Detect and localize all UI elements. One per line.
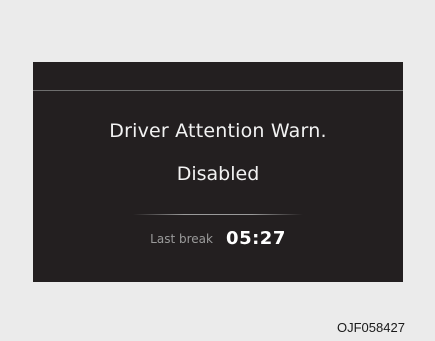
last-break-row: Last break 05:27 (33, 228, 403, 249)
warning-title: Driver Attention Warn. (109, 120, 327, 142)
last-break-label: Last break (150, 231, 213, 246)
cluster-display-panel: Driver Attention Warn. Disabled Last bre… (33, 62, 403, 282)
display-header-bar (33, 62, 403, 91)
figure-code: OJF058427 (337, 320, 405, 335)
last-break-time: 05:27 (226, 228, 286, 249)
warning-status: Disabled (176, 163, 260, 185)
divider (133, 214, 303, 215)
